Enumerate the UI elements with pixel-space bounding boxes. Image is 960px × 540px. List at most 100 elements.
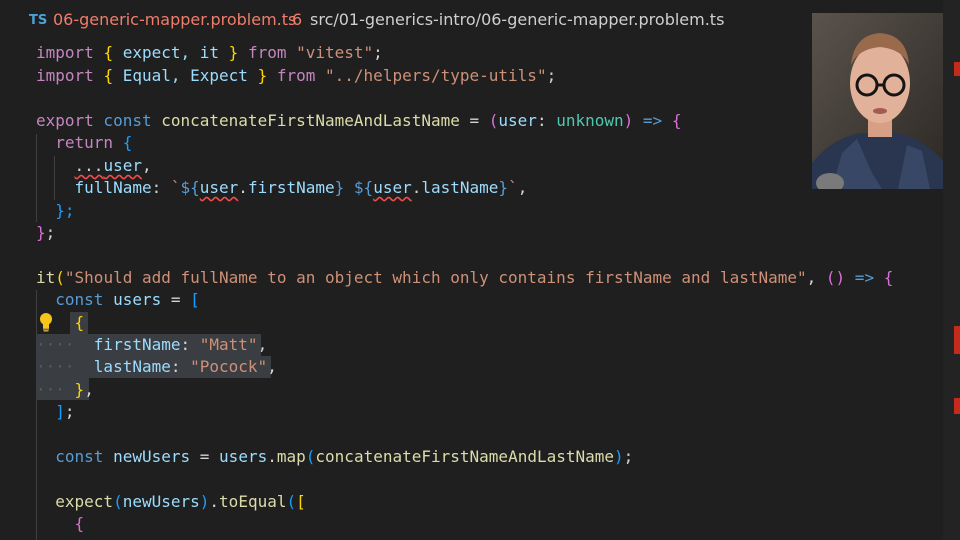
interp: ${ — [353, 178, 374, 197]
bracket: [ — [190, 290, 200, 309]
var: users — [103, 290, 162, 309]
punct: . — [411, 178, 422, 197]
brace: } — [228, 43, 239, 62]
type: unknown — [556, 111, 624, 130]
interp: } — [334, 178, 345, 197]
brace: { — [103, 43, 114, 62]
prop: fullName — [74, 178, 152, 197]
punct: ; — [546, 66, 557, 85]
operator: = — [161, 290, 191, 309]
template: ` — [508, 178, 518, 197]
function-name: concatenateFirstNameAndLastName — [161, 111, 460, 130]
brace: } — [74, 380, 85, 399]
method: toEqual — [219, 492, 287, 511]
error-squiggle: user — [199, 178, 239, 197]
prop: lastName — [421, 178, 499, 197]
arg: newUsers — [122, 492, 200, 511]
code-line-21[interactable]: expect(newUsers).toEqual([ — [36, 491, 306, 513]
code-line-1[interactable]: import { expect, it } from "vitest"; — [36, 42, 383, 64]
punct: , — [806, 268, 826, 287]
paren: ) — [199, 492, 210, 511]
code-line-15[interactable]: ···· lastName: "Pocock", — [36, 356, 277, 378]
overview-ruler[interactable] — [943, 0, 960, 540]
brace: { — [103, 66, 114, 85]
punct: , — [267, 357, 277, 376]
webcam-video — [812, 13, 943, 189]
string: "../helpers/type-utils" — [325, 66, 547, 85]
code-line-12[interactable]: const users = [ — [36, 289, 200, 311]
whitespace-dots: ···· — [36, 357, 75, 376]
lightbulb-icon[interactable] — [37, 312, 55, 332]
punct: ; — [373, 43, 383, 62]
arrow: => — [633, 111, 672, 130]
code-line-7[interactable]: fullName: `${user.firstName} ${user.last… — [36, 177, 528, 199]
punct: : — [536, 111, 557, 130]
template: ` — [170, 178, 181, 197]
paren: ( — [305, 447, 316, 466]
punct: , — [517, 178, 528, 197]
code-line-11[interactable]: it("Should add fullName to an object whi… — [36, 267, 893, 289]
keyword: import — [36, 43, 94, 62]
function-name: it — [36, 268, 56, 287]
paren: ) — [623, 111, 634, 130]
punct: . — [267, 447, 277, 466]
prop: lastName — [93, 357, 171, 376]
code-line-17[interactable]: ]; — [36, 401, 75, 423]
arg: concatenateFirstNameAndLastName — [315, 447, 615, 466]
var: users — [219, 447, 268, 466]
brace: }; — [55, 201, 75, 220]
brace: { — [671, 111, 682, 130]
operator: = — [459, 111, 489, 130]
arrow: => — [845, 268, 884, 287]
operator: = — [190, 447, 220, 466]
code-line-8[interactable]: }; — [36, 200, 75, 222]
punct: ; — [623, 447, 634, 466]
bracket: [ — [296, 492, 306, 511]
paren: ( — [55, 268, 65, 287]
code-line-9[interactable]: }; — [36, 222, 55, 244]
code-line-5[interactable]: return { — [36, 132, 132, 154]
code-line-6[interactable]: ...user, — [36, 155, 152, 177]
punct: . — [238, 178, 248, 197]
template — [344, 178, 354, 197]
brace: { — [74, 514, 85, 533]
keyword: import — [36, 66, 94, 85]
punct: : — [151, 178, 171, 197]
keyword: const — [55, 447, 104, 466]
string: "Pocock" — [190, 357, 268, 376]
error-marker — [954, 398, 960, 414]
paren: ( — [286, 492, 297, 511]
keyword: const — [55, 290, 104, 309]
keyword: from — [238, 43, 297, 62]
brace: } — [257, 66, 268, 85]
keyword: export — [36, 111, 94, 130]
string: "Should add fullName to an object which … — [64, 268, 807, 287]
punct: ; — [45, 223, 56, 242]
presenter-image — [812, 13, 943, 189]
punct: , — [257, 335, 268, 354]
code-line-19[interactable]: const newUsers = users.map(concatenateFi… — [36, 446, 633, 468]
code-line-22[interactable]: { — [36, 513, 85, 535]
brace: { — [74, 313, 85, 332]
paren: ( — [488, 111, 499, 130]
punct: ; — [64, 402, 75, 421]
keyword: from — [267, 66, 326, 85]
brace: { — [113, 133, 133, 152]
code-line-14[interactable]: ···· firstName: "Matt", — [36, 334, 267, 356]
punct: . — [209, 492, 220, 511]
punct: , — [141, 156, 152, 175]
punct: : — [170, 357, 191, 376]
whitespace-dots: ···· — [36, 335, 75, 354]
whitespace-dots: ··· — [36, 380, 65, 399]
error-marker — [954, 326, 960, 354]
brace: } — [36, 223, 46, 242]
interp: } — [498, 178, 509, 197]
error-squiggle: ...user — [75, 156, 142, 175]
code-line-2[interactable]: import { Equal, Expect } from "../helper… — [36, 65, 556, 87]
spread: ... — [74, 156, 104, 175]
punct: : — [180, 335, 200, 354]
method: map — [276, 447, 306, 466]
paren: () — [825, 268, 846, 287]
code-line-16[interactable]: ··· }, — [36, 379, 94, 401]
code-line-4[interactable]: export const concatenateFirstNameAndLast… — [36, 110, 681, 132]
